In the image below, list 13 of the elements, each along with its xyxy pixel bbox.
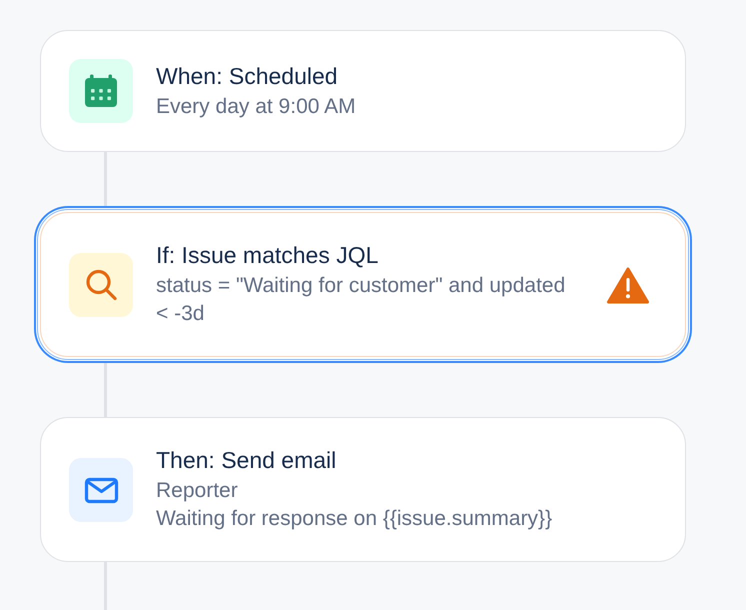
- step-card[interactable]: Then: Send email Reporter Waiting for response on {{issue.summary}}: [40, 417, 686, 562]
- step-detail: Reporter: [156, 478, 239, 504]
- step-title: When: Scheduled: [156, 62, 339, 90]
- calendar-icon: [69, 59, 133, 123]
- step-title: Then: Send email: [156, 446, 338, 474]
- step-title: If: Issue matches JQL: [156, 241, 380, 269]
- step-detail: status = "Waiting for customer" and updated < -3d: [156, 273, 566, 327]
- warning-icon: [607, 266, 649, 304]
- envelope-icon: [69, 458, 133, 522]
- step-detail: Every day at 9:00 AM: [156, 94, 357, 120]
- step-detail: Waiting for response on {{issue.summary}}: [156, 506, 554, 532]
- search-icon: [69, 252, 133, 316]
- step-card[interactable]: When: Scheduled Every day at 9:00 AM: [40, 30, 686, 152]
